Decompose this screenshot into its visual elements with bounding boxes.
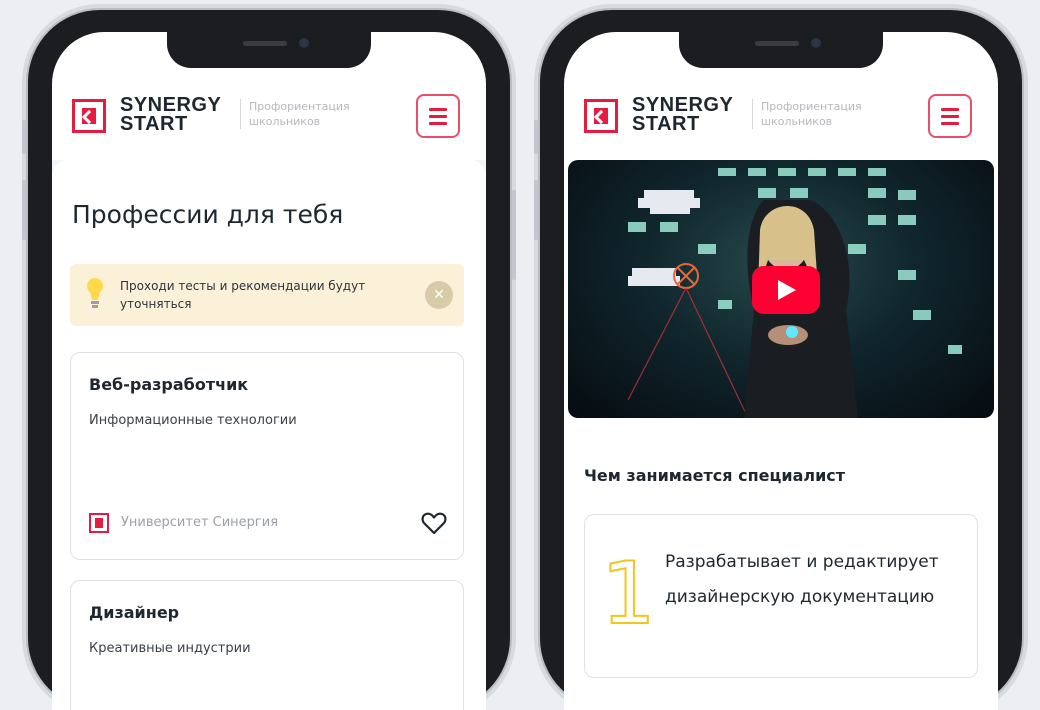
menu-button[interactable] (416, 94, 460, 138)
profession-category: Информационные технологии (89, 413, 297, 428)
university-logo-icon (89, 513, 109, 533)
phone-side-button (512, 190, 516, 280)
phone-side-button (534, 180, 538, 240)
phone-side-button (22, 180, 26, 240)
speaker (243, 41, 287, 46)
hamburger-icon-bar (941, 122, 959, 125)
synergy-logo-icon[interactable] (72, 99, 106, 133)
menu-button[interactable] (928, 94, 972, 138)
profession-card[interactable]: Веб-разработчик Информационные технологи… (70, 352, 464, 560)
screen: SYNERGY START Профориентация школьников (564, 32, 998, 710)
brand-name[interactable]: SYNERGY START (632, 95, 733, 135)
phone-notch (167, 30, 371, 68)
step-number: 1 (600, 544, 657, 644)
phone-notch (679, 30, 883, 68)
lightbulb-icon (87, 278, 103, 308)
synergy-logo-icon[interactable] (584, 99, 618, 133)
hamburger-icon-bar (429, 122, 447, 125)
phone-side-button (534, 120, 538, 154)
step-text: Разрабатывает и редактирует дизайнерскую… (665, 552, 939, 607)
phone-left: SYNERGY START Профориентация школьников … (22, 10, 516, 710)
front-camera (299, 38, 309, 48)
section-title: Чем занимается специалист (584, 466, 846, 485)
play-icon[interactable] (752, 266, 820, 314)
hamburger-icon (941, 108, 959, 111)
tip-banner: Проходи тесты и рекомендации будут уточн… (70, 264, 464, 326)
front-camera (811, 38, 821, 48)
brand-name[interactable]: SYNERGY START (120, 95, 221, 135)
page-title: Профессии для тебя (72, 200, 344, 229)
speaker (755, 41, 799, 46)
brand-subtitle: Профориентация школьников (240, 99, 389, 129)
heart-icon[interactable] (421, 511, 447, 535)
phone-right: SYNERGY START Профориентация школьников (534, 10, 1022, 710)
profession-card[interactable]: Дизайнер Креативные индустрии (70, 580, 464, 710)
close-icon[interactable]: ✕ (425, 281, 453, 309)
profession-title: Веб-разработчик (89, 375, 249, 394)
phone-side-button (22, 120, 26, 154)
screen: SYNERGY START Профориентация школьников … (52, 32, 486, 710)
hamburger-icon-bar (429, 115, 447, 118)
university-name: Университет Синергия (121, 515, 279, 530)
profession-title: Дизайнер (89, 603, 180, 622)
brand-line-2: START (120, 113, 188, 135)
brand-line-2: START (632, 113, 700, 135)
tip-text: Проходи тесты и рекомендации будут уточн… (120, 279, 366, 311)
hamburger-icon (429, 108, 447, 111)
main-content: Профессии для тебя Проходи тесты и реком… (52, 160, 486, 710)
hamburger-icon-bar (941, 115, 959, 118)
profession-category: Креативные индустрии (89, 641, 251, 656)
content-card: Профессии для тебя Проходи тесты и реком… (52, 160, 486, 710)
brand-subtitle: Профориентация школьников (752, 99, 901, 129)
step-card: 1 Разрабатывает и редактирует дизайнерск… (584, 514, 978, 678)
video-player[interactable] (568, 160, 994, 418)
